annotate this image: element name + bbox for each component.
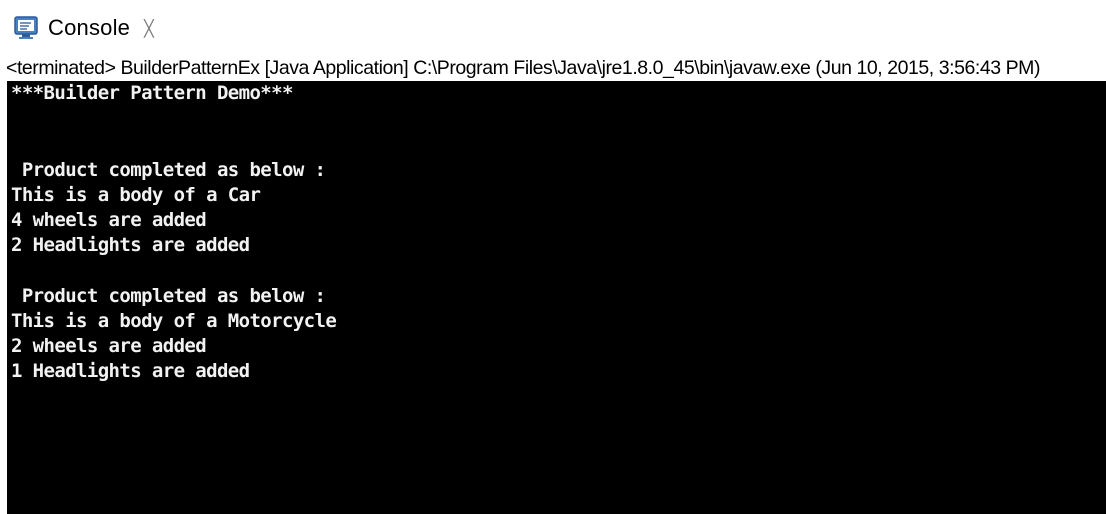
- console-icon: [12, 14, 40, 42]
- console-line: Product completed as below :: [11, 285, 326, 307]
- console-line: This is a body of a Car: [11, 184, 261, 206]
- console-line: 2 Headlights are added: [11, 234, 250, 256]
- close-icon[interactable]: ╳: [144, 19, 154, 38]
- console-line: 4 wheels are added: [11, 209, 207, 231]
- console-line: Product completed as below :: [11, 159, 326, 181]
- tab-console-label: Console: [48, 15, 131, 40]
- console-line: 1 Headlights are added: [11, 360, 250, 382]
- console-line: This is a body of a Motorcycle: [11, 310, 337, 332]
- view-tab-bar: Console ╳: [0, 0, 1106, 54]
- console-line: ***Builder Pattern Demo***: [11, 82, 293, 104]
- tab-console[interactable]: Console ╳: [8, 10, 160, 46]
- console-output[interactable]: ***Builder Pattern Demo*** Product compl…: [7, 81, 1106, 514]
- launch-status-text: <terminated> BuilderPatternEx [Java Appl…: [6, 57, 1041, 79]
- console-line: 2 wheels are added: [11, 335, 207, 357]
